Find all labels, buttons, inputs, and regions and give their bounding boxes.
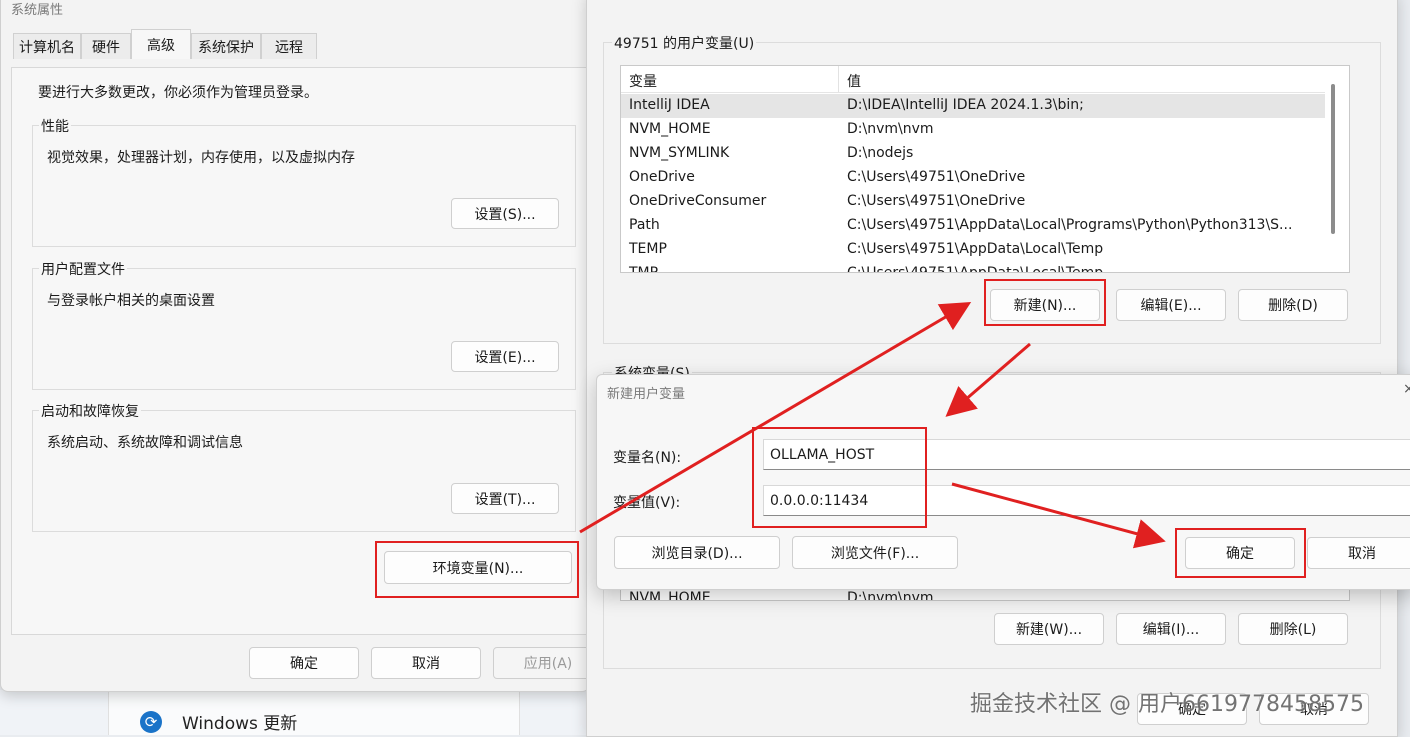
table-row[interactable]: TMP C:\Users\49751\AppData\Local\Temp	[621, 262, 1325, 273]
window-title: 系统属性	[11, 3, 64, 18]
row-value: C:\Users\49751\AppData\Local\Programs\Py…	[847, 217, 1293, 233]
dialog-title: 新建用户变量	[607, 387, 686, 402]
column-header-name[interactable]: 变量	[629, 71, 657, 91]
tab-label: 远程	[275, 39, 303, 56]
windows-update-item[interactable]: ⟳ Windows 更新	[140, 708, 297, 735]
table-row[interactable]: Path C:\Users\49751\AppData\Local\Program…	[621, 214, 1325, 238]
table-row[interactable]: TEMP C:\Users\49751\AppData\Local\Temp	[621, 238, 1325, 262]
watermark: 掘金技术社区 @ 用户6619778458575	[970, 692, 1364, 717]
ok-button[interactable]: 确定	[249, 647, 359, 679]
table-row[interactable]: OneDriveConsumer C:\Users\49751\OneDrive	[621, 190, 1325, 214]
refresh-icon: ⟳	[140, 710, 162, 733]
performance-group: 性能 视觉效果，处理器计划，内存使用，以及虚拟内存 设置(S)...	[32, 116, 576, 247]
user-profiles-title: 用户配置文件	[39, 259, 127, 279]
performance-desc: 视觉效果，处理器计划，内存使用，以及虚拟内存	[47, 150, 355, 166]
user-variables-title: 49751 的用户变量(U)	[612, 33, 757, 53]
startup-recovery-desc: 系统启动、系统故障和调试信息	[47, 435, 243, 451]
column-header-value[interactable]: 值	[847, 71, 861, 91]
tab-label: 系统保护	[198, 39, 254, 56]
admin-note: 要进行大多数更改，你必须作为管理员登录。	[38, 85, 318, 101]
row-value: D:\nvm\nvm	[847, 590, 934, 601]
column-divider	[838, 66, 839, 92]
system-new-button[interactable]: 新建(W)...	[994, 613, 1104, 645]
performance-title: 性能	[39, 116, 71, 136]
row-value: C:\Users\49751\AppData\Local\Temp	[847, 265, 1104, 273]
table-header: 变量 值	[621, 66, 1325, 93]
table-row[interactable]: OneDrive C:\Users\49751\OneDrive	[621, 166, 1325, 190]
browse-file-button[interactable]: 浏览文件(F)...	[792, 536, 958, 569]
user-edit-button[interactable]: 编辑(E)...	[1116, 289, 1226, 321]
table-row[interactable]: IntelliJ IDEA D:\IDEA\IntelliJ IDEA 2024.…	[621, 94, 1325, 118]
close-icon[interactable]: ×	[1403, 381, 1410, 397]
variable-value-label: 变量值(V):	[613, 495, 681, 511]
dialog-cancel-button[interactable]: 取消	[1307, 537, 1410, 569]
tab-hardware[interactable]: 硬件	[81, 33, 131, 59]
user-profiles-desc: 与登录帐户相关的桌面设置	[47, 293, 215, 309]
table-row[interactable]: NVM_HOME D:\nvm\nvm	[621, 118, 1325, 142]
user-variables-rows: IntelliJ IDEA D:\IDEA\IntelliJ IDEA 2024.…	[621, 94, 1325, 273]
browse-directory-button[interactable]: 浏览目录(D)...	[614, 536, 780, 569]
annotation-box-env-button	[375, 541, 579, 598]
tab-label: 高级	[147, 37, 175, 54]
row-name: OneDrive	[629, 169, 695, 185]
row-value: D:\IDEA\IntelliJ IDEA 2024.1.3\bin;	[847, 97, 1084, 113]
table-scrollbar[interactable]	[1331, 84, 1335, 234]
environment-variables-window: 49751 的用户变量(U) 变量 值 IntelliJ IDEA D:\IDEA…	[586, 0, 1398, 737]
user-profiles-settings-button[interactable]: 设置(E)...	[451, 341, 559, 372]
row-name: OneDriveConsumer	[629, 193, 767, 209]
startup-recovery-settings-button[interactable]: 设置(T)...	[451, 483, 559, 514]
row-name: TEMP	[629, 241, 667, 257]
table-row[interactable]: NVM_SYMLINK D:\nodejs	[621, 142, 1325, 166]
user-variables-table: 变量 值 IntelliJ IDEA D:\IDEA\IntelliJ IDEA …	[620, 65, 1350, 273]
row-value: C:\Users\49751\AppData\Local\Temp	[847, 241, 1104, 257]
row-name: TMP	[629, 265, 659, 273]
performance-settings-button[interactable]: 设置(S)...	[451, 198, 559, 229]
system-delete-button[interactable]: 删除(L)	[1238, 613, 1348, 645]
user-profiles-group: 用户配置文件 与登录帐户相关的桌面设置 设置(E)...	[32, 259, 576, 390]
system-edit-button[interactable]: 编辑(I)...	[1116, 613, 1226, 645]
row-name: NVM_SYMLINK	[629, 145, 730, 161]
annotation-box-inputs	[752, 427, 927, 528]
cancel-button[interactable]: 取消	[371, 647, 481, 679]
tab-advanced[interactable]: 高级	[131, 29, 191, 59]
row-name: NVM_HOME	[629, 121, 711, 137]
row-value: D:\nodejs	[847, 145, 914, 161]
row-value: C:\Users\49751\OneDrive	[847, 193, 1026, 209]
row-value: D:\nvm\nvm	[847, 121, 934, 137]
startup-recovery-title: 启动和故障恢复	[39, 401, 141, 421]
row-name: NVM_HOME	[629, 590, 711, 601]
tab-label: 计算机名	[19, 39, 75, 56]
annotation-box-new-button	[984, 279, 1106, 326]
tab-computer-name[interactable]: 计算机名	[13, 33, 81, 59]
variable-name-label: 变量名(N):	[613, 450, 682, 466]
row-name: IntelliJ IDEA	[629, 97, 710, 113]
windows-update-label: Windows 更新	[182, 714, 298, 734]
startup-recovery-group: 启动和故障恢复 系统启动、系统故障和调试信息 设置(T)...	[32, 401, 576, 532]
annotation-box-ok-button	[1175, 528, 1306, 578]
row-name: Path	[629, 217, 660, 233]
tab-label: 硬件	[92, 39, 120, 56]
row-value: C:\Users\49751\OneDrive	[847, 169, 1026, 185]
user-delete-button[interactable]: 删除(D)	[1238, 289, 1348, 321]
tab-system-protection[interactable]: 系统保护	[191, 33, 261, 59]
tab-remote[interactable]: 远程	[261, 33, 317, 59]
